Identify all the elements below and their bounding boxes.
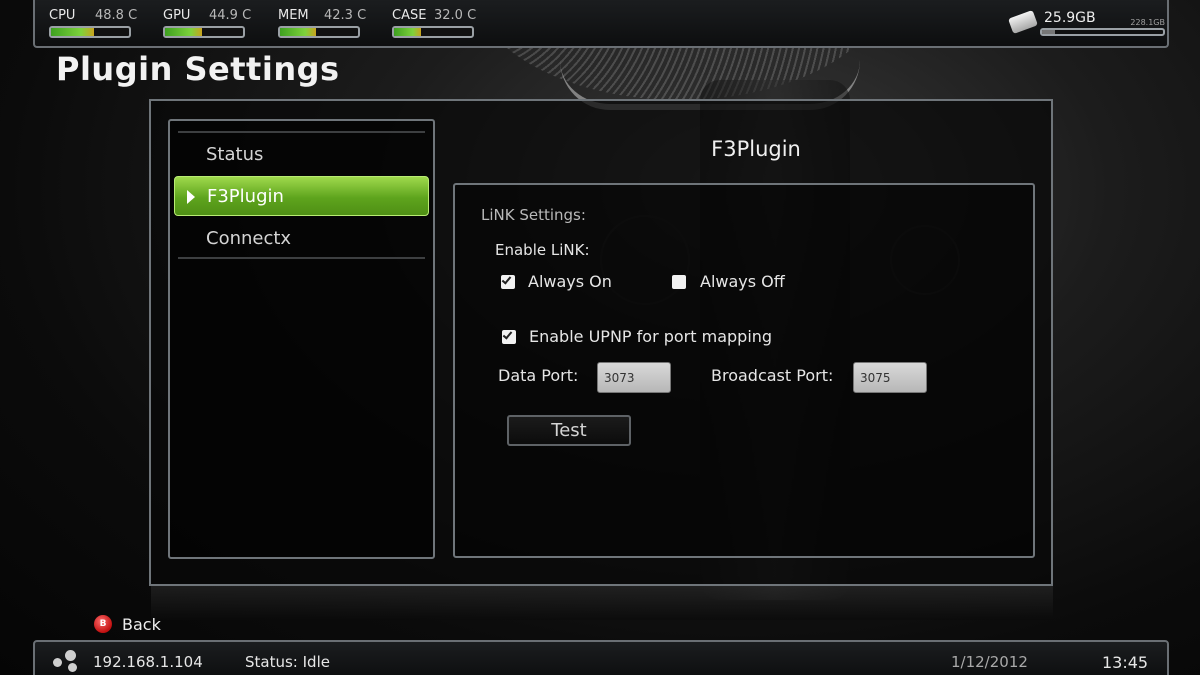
gpu-temperature: 44.9 C (209, 8, 252, 23)
upnp-label[interactable]: Enable UPNP for port mapping (529, 327, 772, 346)
sidebar-item-f3plugin[interactable]: F3Plugin (174, 176, 429, 216)
cpu-temperature-fill (51, 28, 94, 36)
disk-free: 25.9GB (1044, 10, 1096, 26)
usb-drive-icon (1008, 10, 1038, 34)
settings-window: Status F3Plugin Connectx F3Plugin LiNK S… (149, 99, 1053, 586)
plugin-heading: F3Plugin (711, 137, 801, 161)
date: 1/12/2012 (951, 653, 1028, 671)
test-button[interactable]: Test (507, 415, 631, 446)
disk-usage-bar (1040, 28, 1165, 36)
disk-usage: 25.9GB 228.1GB (1008, 8, 1165, 42)
chevron-right-icon (187, 190, 195, 204)
checkmark-icon (502, 329, 513, 340)
b-button-icon: B (94, 615, 112, 633)
broadcast-port-label: Broadcast Port: (711, 366, 834, 385)
cpu-temperature-bar (49, 26, 131, 38)
case-label: CASE (392, 8, 427, 23)
data-port-input[interactable] (597, 362, 671, 393)
link-settings-heading: LiNK Settings: (481, 206, 586, 224)
disk-total: 228.1GB (1130, 18, 1165, 27)
enable-link-label: Enable LiNK: (495, 241, 590, 259)
sidebar-item-label: F3Plugin (207, 186, 284, 207)
cpu-label: CPU (49, 8, 76, 23)
mem-label: MEM (278, 8, 309, 23)
always-on-label[interactable]: Always On (528, 272, 612, 291)
case-temperature: 32.0 C (434, 8, 477, 23)
gpu-temperature-fill (165, 28, 203, 36)
broadcast-port-input[interactable] (853, 362, 927, 393)
always-off-checkbox[interactable] (672, 275, 686, 289)
always-on-checkbox[interactable] (501, 274, 515, 289)
divider (178, 131, 425, 133)
clock: 13:45 (1102, 653, 1149, 672)
data-port-label: Data Port: (498, 366, 579, 385)
link-settings-panel: LiNK Settings: Enable LiNK: Always On Al… (453, 183, 1035, 558)
status-text: Status: Idle (245, 653, 330, 671)
checkmark-icon (501, 274, 512, 285)
mem-temperature: 42.3 C (324, 8, 367, 23)
back-label: Back (122, 615, 161, 634)
footer-status-bar: 192.168.1.104 Status: Idle 1/12/2012 13:… (33, 640, 1169, 675)
sidebar-item-label: Status (206, 144, 264, 165)
mem-temperature-bar (278, 26, 360, 38)
gpu-label: GPU (163, 8, 191, 23)
cpu-temperature: 48.8 C (95, 8, 138, 23)
divider (178, 257, 425, 259)
system-status-bar: CPU 48.8 C GPU 44.9 C MEM 42.3 C CASE 32… (33, 0, 1169, 48)
sidebar-item-status[interactable]: Status (174, 135, 429, 175)
always-off-label[interactable]: Always Off (700, 272, 785, 291)
plugin-list: Status F3Plugin Connectx (168, 119, 435, 559)
network-icon (51, 650, 81, 674)
sidebar-item-connectx[interactable]: Connectx (174, 219, 429, 259)
mem-temperature-fill (280, 28, 316, 36)
disk-usage-fill (1042, 30, 1056, 34)
upnp-checkbox[interactable] (502, 329, 516, 344)
frame-reflection (151, 586, 1053, 620)
page-title: Plugin Settings (56, 50, 340, 88)
ip-address: 192.168.1.104 (93, 653, 203, 671)
case-temperature-bar (392, 26, 474, 38)
gpu-temperature-bar (163, 26, 245, 38)
case-temperature-fill (394, 28, 422, 36)
sidebar-item-label: Connectx (206, 228, 292, 249)
